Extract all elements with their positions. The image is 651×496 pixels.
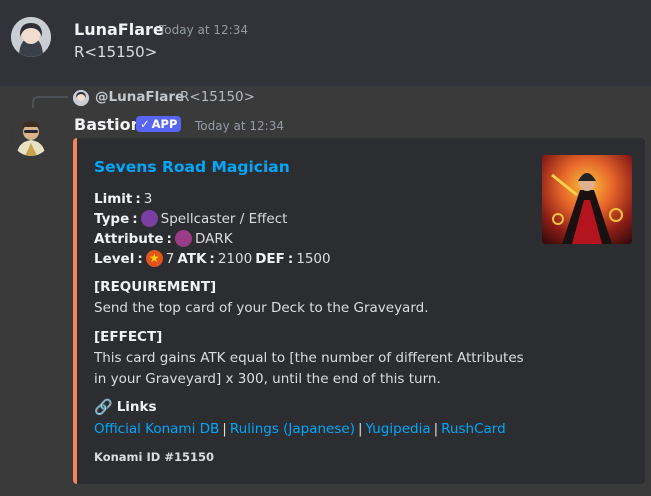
dark-attribute-icon [174,230,192,247]
links-heading: 🔗 Links [94,398,157,416]
message-username[interactable]: LunaFlare [74,20,164,39]
type-value: Spellcaster / Effect [160,210,288,227]
link-official-konami-db[interactable]: Official Konami DB [94,421,219,437]
card-thumbnail[interactable] [542,155,632,244]
link-rulings-japanese[interactable]: Rulings (Japanese) [230,421,355,437]
link-yugipedia[interactable]: Yugipedia [366,421,431,437]
level-star-icon: ★ [145,250,163,267]
limit-field: Limit: 3 [94,191,153,207]
link-rushcard[interactable]: RushCard [441,421,506,437]
def-value: 1500 [296,250,331,267]
links-row: Official Konami DB | Rulings (Japanese) | Yu… [94,421,506,437]
effect-text: This card gains ATK equal to [the number… [94,350,524,387]
reply-content[interactable]: R<15150> [180,89,255,105]
message-timestamp: Today at 12:34 [159,23,248,37]
verified-check-icon: ✓ [140,117,150,131]
def-label: DEF [255,250,285,267]
embed-title[interactable]: Sevens Road Magician [94,158,290,176]
message-lunaflare: LunaFlare Today at 12:34 R<15150> [0,0,651,86]
reply-avatar[interactable] [73,90,89,106]
reply-connector [32,96,68,108]
app-badge-label: APP [151,117,178,131]
card-embed: Sevens Road Magician Limit: 3 Type: Spel… [73,138,645,484]
lunaflare-avatar[interactable] [11,17,51,57]
attribute-value: DARK [194,230,233,247]
level-label: Level [94,250,135,267]
links-heading-label: Links [116,399,157,415]
bot-timestamp: Today at 12:34 [195,119,284,133]
embed-footer: Konami ID #15150 [94,450,214,464]
attribute-field: Attribute: DARK [94,230,233,247]
type-label: Type [94,210,130,227]
reply-username[interactable]: @LunaFlare [95,89,184,105]
requirement-text: Send the top card of your Deck to the Gr… [94,300,429,316]
effect-heading: [EFFECT] [94,329,163,345]
limit-label: Limit [94,191,133,207]
level-value: 7 [165,250,175,267]
atk-value: 2100 [217,250,253,267]
message-content: R<15150> [74,43,158,61]
bastion-avatar[interactable] [11,116,51,156]
bot-username[interactable]: Bastion [74,115,142,134]
type-field: Type: Spellcaster / Effect [94,210,288,227]
spellcaster-icon [140,210,158,227]
level-field: Level: ★ 7 ATK: 2100 DEF: 1500 [94,250,331,267]
atk-label: ATK [177,250,207,267]
limit-value: 3 [143,191,153,207]
attribute-label: Attribute [94,230,164,247]
link-icon: 🔗 [94,398,113,416]
requirement-heading: [REQUIREMENT] [94,279,217,295]
app-badge: ✓ APP [136,116,182,132]
